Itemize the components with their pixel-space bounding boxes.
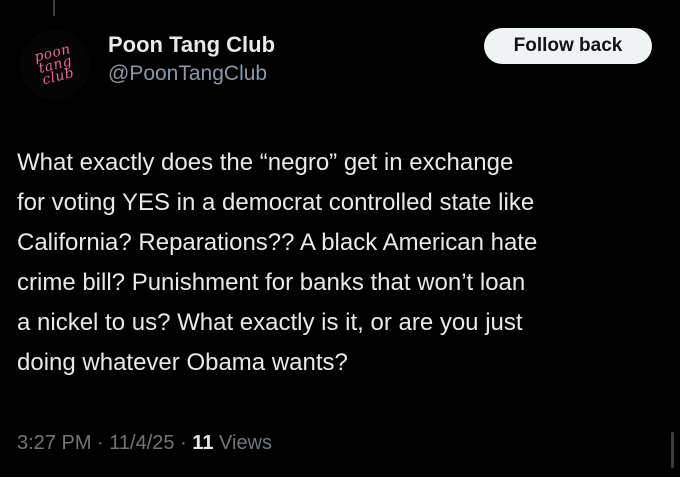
views-label: Views — [219, 432, 273, 454]
author-handle[interactable]: @PoonTangClub — [108, 60, 275, 88]
tweet-text: What exactly does the “negro” get in exc… — [17, 149, 538, 376]
tweet-date[interactable]: 11/4/25 — [109, 432, 174, 454]
tweet-meta: 3:27 PM · 11/4/25 · 11 Views — [17, 432, 273, 454]
scrollbar[interactable] — [671, 432, 674, 468]
author-names: Poon Tang Club @PoonTangClub — [108, 30, 275, 88]
follow-back-button[interactable]: Follow back — [484, 28, 652, 64]
author-display-name[interactable]: Poon Tang Club — [108, 30, 275, 60]
avatar[interactable]: poon tang club — [20, 30, 90, 100]
tweet-time[interactable]: 3:27 PM — [17, 432, 91, 454]
tweet-header: poon tang club Poon Tang Club @PoonTangC… — [20, 28, 660, 100]
views-count[interactable]: 11 — [192, 432, 213, 454]
thread-connector-line — [53, 0, 55, 16]
avatar-logo: poon tang club — [32, 41, 77, 88]
